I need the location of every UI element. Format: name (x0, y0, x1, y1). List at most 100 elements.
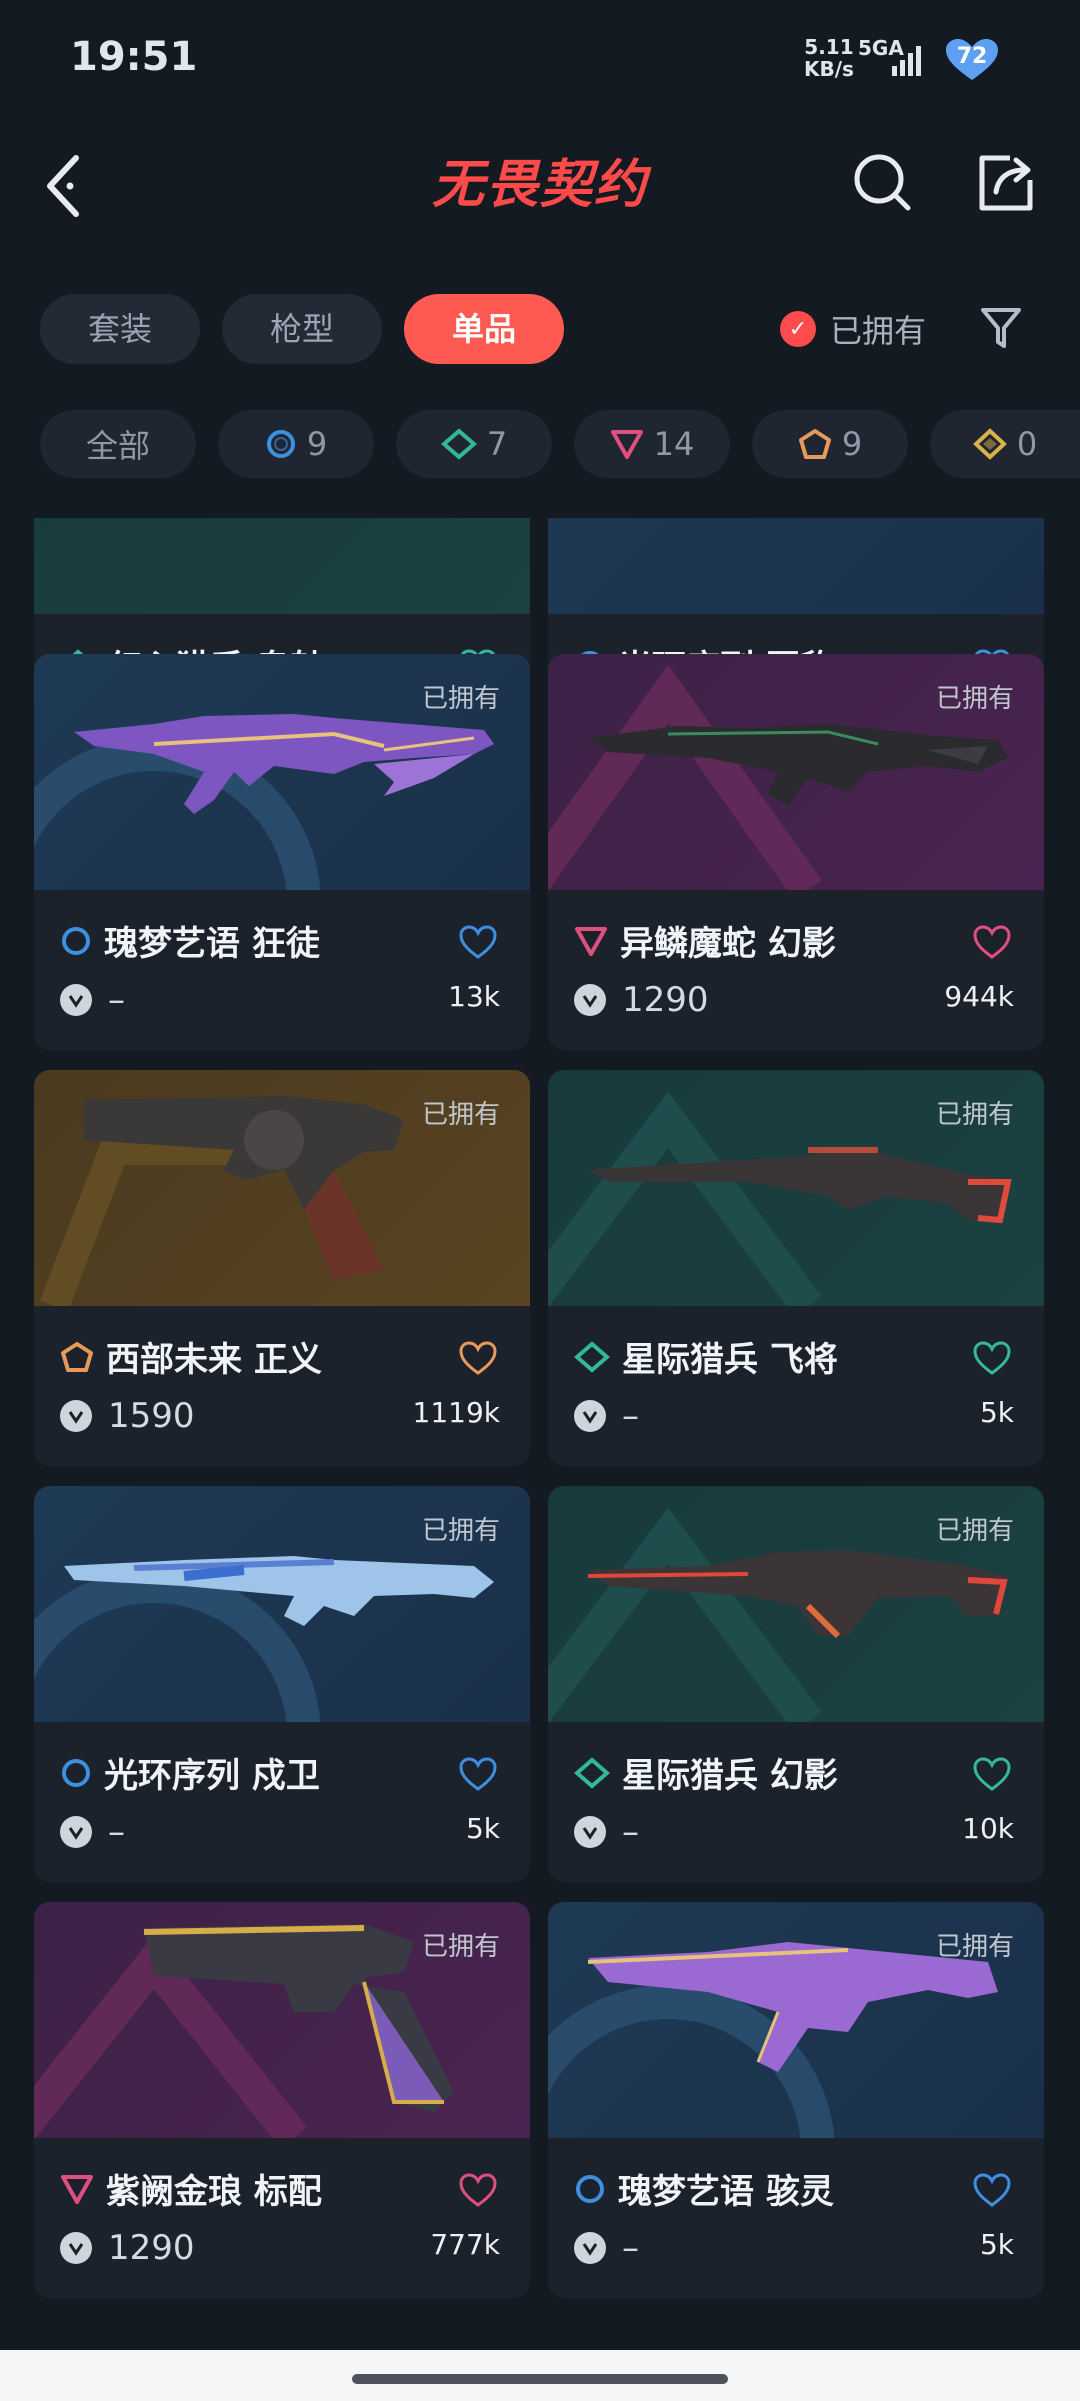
back-button[interactable] (40, 150, 90, 220)
vp-currency-icon (574, 2232, 606, 2264)
tier-exclusive-icon (798, 429, 831, 459)
skin-name: 西部未来 正义 (106, 1340, 322, 1380)
tab-sets[interactable]: 套装 (40, 294, 200, 364)
like-count: 5k (465, 1812, 500, 1845)
tier-deluxe-icon (440, 428, 477, 460)
skin-name: 光环序列 戍卫 (104, 1756, 320, 1796)
skin-card[interactable]: 已拥有 紫阙金琅 标配 1290 777k (34, 1902, 530, 2298)
tier-select-icon (266, 430, 295, 458)
heart-icon[interactable] (458, 1756, 498, 1792)
chip-count: 7 (486, 425, 508, 463)
share-icon[interactable] (974, 152, 1036, 214)
chip-count: 14 (653, 425, 695, 463)
skin-price: 1590 (108, 1396, 195, 1436)
tab-weapon-type[interactable]: 枪型 (222, 294, 382, 364)
skin-image: 已拥有 (548, 654, 1044, 890)
search-icon[interactable] (852, 152, 914, 214)
tier-exclusive-icon (61, 1341, 93, 1372)
chip-all-label: 全部 (85, 427, 150, 465)
vp-currency-icon (574, 1400, 606, 1432)
skin-card[interactable]: 已拥有 西部未来 正义 1590 1119k (34, 1070, 530, 1466)
owned-tag: 已拥有 (935, 1516, 1014, 1546)
tier-premium-icon (610, 430, 643, 459)
like-count: 5k (979, 2228, 1014, 2261)
chip-tier-deluxe[interactable]: 7 (396, 410, 552, 478)
battery-indicator: 72 (944, 38, 1000, 82)
owned-tag: 已拥有 (935, 684, 1014, 714)
tier-select-icon (62, 926, 90, 955)
heart-icon[interactable] (458, 2172, 498, 2208)
skin-card[interactable]: 已拥有 光环序列 戍卫 – 5k (34, 1486, 530, 1882)
skin-name: 瑰梦艺语 狂徒 (104, 924, 320, 964)
skin-name: 瑰梦艺语 骇灵 (618, 2172, 834, 2212)
heart-icon[interactable] (972, 1340, 1012, 1376)
like-count: 1119k (412, 1396, 500, 1429)
skin-name: 异鳞魔蛇 幻影 (620, 924, 836, 964)
skin-price: – (622, 1396, 639, 1436)
chip-tier-select[interactable]: 9 (218, 410, 374, 478)
skin-image: 已拥有 (34, 654, 530, 890)
owned-tag: 已拥有 (421, 1932, 500, 1962)
owned-tag: 已拥有 (421, 684, 500, 714)
skin-name: 星际猎兵 幻影 (622, 1756, 838, 1796)
chip-tier-exclusive[interactable]: 9 (752, 410, 908, 478)
home-indicator[interactable] (352, 2374, 728, 2384)
skin-name: 紫阙金琅 标配 (106, 2172, 322, 2212)
skin-image: 已拥有 (548, 1902, 1044, 2138)
tier-select-icon (576, 2174, 604, 2203)
skin-price: – (622, 1812, 639, 1852)
skin-price: – (108, 1812, 125, 1852)
owned-tag: 已拥有 (421, 1516, 500, 1546)
owned-tag: 已拥有 (421, 1100, 500, 1130)
like-count: 944k (944, 980, 1014, 1013)
vp-currency-icon (574, 1816, 606, 1848)
heart-icon[interactable] (972, 2172, 1012, 2208)
vp-currency-icon (60, 2232, 92, 2264)
tab-single-items[interactable]: 单品 (404, 294, 564, 364)
heart-icon[interactable] (972, 1756, 1012, 1792)
skin-card[interactable]: 已拥有 星际猎兵 飞将 – 5k (548, 1070, 1044, 1466)
heart-icon[interactable] (972, 924, 1012, 960)
status-time: 19:51 (70, 34, 198, 80)
skin-card[interactable]: 已拥有 星际猎兵 幻影 – 10k (548, 1486, 1044, 1882)
skin-name: 星际猎兵 飞将 (622, 1340, 838, 1380)
skin-price: – (108, 980, 125, 1020)
vp-currency-icon (60, 984, 92, 1016)
chip-count: 9 (841, 425, 863, 463)
tier-ultra-icon (972, 428, 1007, 460)
skin-price: 1290 (108, 2228, 195, 2268)
skin-card[interactable]: 已拥有 瑰梦艺语 狂徒 – 13k (34, 654, 530, 1050)
skin-price: – (622, 2228, 639, 2268)
owned-filter-label: 已拥有 (830, 312, 927, 350)
chip-tier-ultra[interactable]: 0 (930, 410, 1080, 478)
chip-tier-premium[interactable]: 14 (574, 410, 730, 478)
vp-currency-icon (574, 984, 606, 1016)
skin-image: 已拥有 (34, 1486, 530, 1722)
skin-image: 已拥有 (548, 1486, 1044, 1722)
like-count: 10k (962, 1812, 1014, 1845)
like-count: 777k (430, 2228, 500, 2261)
skin-card[interactable]: 已拥有 瑰梦艺语 骇灵 – 5k (548, 1902, 1044, 2298)
skin-price: 1290 (622, 980, 709, 1020)
owned-tag: 已拥有 (935, 1932, 1014, 1962)
like-count: 13k (448, 980, 500, 1013)
tier-deluxe-icon (574, 1756, 610, 1789)
owned-tag: 已拥有 (935, 1100, 1014, 1130)
heart-icon[interactable] (458, 1340, 498, 1376)
skin-card[interactable]: 已拥有 异鳞魔蛇 幻影 1290 944k (548, 654, 1044, 1050)
owned-filter-toggle[interactable]: ✓ 已拥有 (780, 304, 926, 354)
network-speed: 5.11 KB/s (804, 35, 854, 81)
vp-currency-icon (60, 1816, 92, 1848)
tier-premium-icon (61, 2174, 93, 2204)
battery-level: 72 (956, 44, 988, 69)
skin-grid: 幻心猎手 鬼魅 – 14k 光环序列 冥豹 – 6k 已拥有 瑰 (0, 518, 1080, 2298)
heart-icon[interactable] (458, 924, 498, 960)
tier-deluxe-icon (574, 1340, 610, 1373)
app-logo: 无畏契约 (431, 155, 648, 215)
tier-select-icon (62, 1758, 90, 1787)
chip-all[interactable]: 全部 (40, 410, 196, 478)
like-count: 5k (979, 1396, 1014, 1429)
filter-icon[interactable] (980, 306, 1022, 352)
skin-image: 已拥有 (34, 1070, 530, 1306)
chip-count: 0 (1016, 425, 1038, 463)
